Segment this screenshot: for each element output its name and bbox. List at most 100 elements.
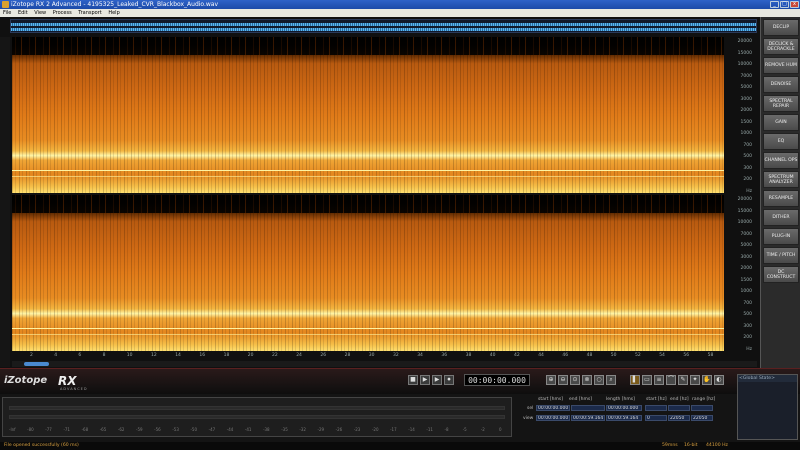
sel-length-field[interactable]: 00:00:00.000 (606, 405, 642, 411)
module-resample-button[interactable]: RESAMPLE (763, 190, 799, 207)
minimize-icon[interactable]: _ (770, 1, 779, 8)
sel-freq-start-field[interactable] (645, 405, 667, 411)
meter-tick-label: -Inf (9, 427, 16, 432)
menu-bar: File Edit View Process Transport Help (0, 9, 800, 17)
module-denoise-button[interactable]: DENOISE (763, 76, 799, 93)
zoom-fit-icon[interactable]: ⊗ (582, 375, 592, 385)
view-freq-end-field[interactable]: 22050 (668, 415, 690, 421)
module-remove-hum-button[interactable]: REMOVE HUM (763, 57, 799, 74)
meter-tick-label: -53 (172, 427, 179, 432)
time-tick-label: 42 (514, 353, 520, 358)
time-tick-label: 6 (78, 353, 82, 358)
module-eq-button[interactable]: EQ (763, 133, 799, 150)
module-declick-button[interactable]: DECLICK & DECRACKLE (763, 38, 799, 55)
module-spectrum-analyzer-button[interactable]: SPECTRUM ANALYZER (763, 171, 799, 188)
spectrogram-channel-left[interactable] (12, 37, 724, 193)
timecode-display: 00:00:00.000 (464, 374, 530, 386)
sel-freq-end-field[interactable] (668, 405, 690, 411)
time-tick-label: 2 (30, 353, 33, 358)
menu-transport[interactable]: Transport (78, 10, 101, 16)
meter-tick-label: -50 (190, 427, 198, 432)
magic-wand-icon[interactable]: ✦ (690, 375, 700, 385)
frequency-tick-label: 5000 (740, 243, 752, 249)
time-tick-label: 30 (368, 353, 375, 358)
spectrogram-channel-right[interactable] (12, 195, 724, 351)
time-tick-label: 10 (126, 353, 133, 358)
freq-select-icon[interactable]: ≡ (654, 375, 664, 385)
time-tick-label: 38 (465, 353, 472, 358)
spectrogram-hum-line (12, 170, 724, 171)
time-tick-label: 34 (417, 353, 423, 358)
time-select-icon[interactable]: ▌ (630, 375, 640, 385)
waveform-overview[interactable] (10, 19, 757, 33)
meter-tick-label: -62 (117, 427, 125, 432)
zoom-tool-icon[interactable]: ⌕ (606, 375, 616, 385)
lasso-icon[interactable]: ⌒ (666, 375, 676, 385)
time-tick-label: 14 (175, 353, 181, 358)
izotope-logo: iZotope RX ADVANCED (4, 374, 114, 391)
play-selection-button[interactable]: ▶ (432, 375, 442, 385)
left-toolbar (0, 37, 10, 367)
eraser-icon[interactable]: ◐ (714, 375, 724, 385)
app-window: iZotope RX 2 Advanced - 4195325_Leaked_C… (0, 0, 800, 450)
frequency-scale-right: 20000 15000 10000 7000 5000 3000 2000 1500 1000 7… (726, 195, 756, 352)
meter-tick-label: -44 (226, 427, 234, 432)
meter-tick-label: -14 (408, 427, 415, 432)
loop-button[interactable]: ⏺ (444, 375, 454, 385)
view-length-field[interactable]: 00:00:59.164 (606, 415, 642, 421)
rect-select-icon[interactable]: ▭ (642, 375, 652, 385)
module-dither-button[interactable]: DITHER (763, 209, 799, 226)
maximize-icon[interactable]: □ (780, 1, 789, 8)
horizontal-scrollbar[interactable] (12, 361, 757, 367)
zoom-out-icon[interactable]: ⊖ (558, 375, 568, 385)
zoom-reset-icon[interactable]: ○ (594, 375, 604, 385)
sel-range-field[interactable] (691, 405, 713, 411)
module-dc-construct-button[interactable]: DC CONSTRUCT (763, 266, 799, 283)
frequency-tick-label: 3000 (740, 96, 752, 102)
menu-view[interactable]: View (34, 10, 46, 16)
menu-file[interactable]: File (3, 10, 11, 16)
menu-process[interactable]: Process (53, 10, 72, 16)
overview-wave-right (11, 28, 756, 31)
frequency-tick-label: 300 (743, 165, 752, 171)
view-start-field[interactable]: 00:00:00.000 (536, 415, 570, 421)
menu-help[interactable]: Help (108, 10, 119, 16)
sel-start-field[interactable]: 00:00:00.000 (536, 405, 570, 411)
module-time-pitch-button[interactable]: TIME / PITCH (763, 247, 799, 264)
close-icon[interactable]: x (790, 1, 799, 8)
editor-area: 20000 15000 10000 7000 5000 3000 2000 1500 1000 7… (0, 17, 760, 368)
brush-icon[interactable]: ✎ (678, 375, 688, 385)
meter-tick-label: -11 (426, 427, 433, 432)
status-bits: 16-bit (684, 443, 698, 448)
meter-tick-label: -23 (353, 427, 361, 432)
zoom-in-icon[interactable]: ⊕ (546, 375, 556, 385)
module-spectral-repair-button[interactable]: SPECTRAL REPAIR (763, 95, 799, 112)
meter-tick-label: 0 (499, 427, 502, 432)
time-axis: 2 4 6 8 10 12 14 16 18 20 22 24 26 28 30 32 34 36 38 40 42 44… (12, 351, 724, 361)
frequency-tick-label: 15000 (737, 208, 752, 214)
row-label-view: view (523, 416, 534, 421)
title-bar: iZotope RX 2 Advanced - 4195325_Leaked_C… (0, 0, 800, 9)
module-channel-ops-button[interactable]: CHANNEL OPS (763, 152, 799, 169)
play-button[interactable]: ▶ (420, 375, 430, 385)
stop-button[interactable]: ■ (408, 375, 418, 385)
module-plugin-button[interactable]: PLUG-IN (763, 228, 799, 245)
hand-tool-icon[interactable]: ✋ (702, 375, 712, 385)
sel-end-field[interactable] (571, 405, 605, 411)
module-declip-button[interactable]: DECLIP (763, 19, 799, 36)
module-panel: DECLIP DECLICK & DECRACKLE REMOVE HUM DE… (760, 17, 800, 368)
menu-edit[interactable]: Edit (18, 10, 28, 16)
frequency-tick-label: 7000 (740, 73, 752, 79)
view-end-field[interactable]: 00:00:59.164 (571, 415, 605, 421)
spectrogram-hum-line (12, 328, 724, 329)
meter-tick-label: -17 (390, 427, 397, 432)
module-gain-button[interactable]: GAIN (763, 114, 799, 131)
frequency-tick-label: 7000 (740, 231, 752, 237)
zoom-selection-icon[interactable]: ⊙ (570, 375, 580, 385)
status-message: File opened successfully (60 ms) (4, 443, 79, 448)
view-freq-start-field[interactable]: 0 (645, 415, 667, 421)
scrollbar-thumb[interactable] (24, 362, 49, 366)
meter-tick-label: -56 (154, 427, 161, 432)
view-range-field[interactable]: 22050 (691, 415, 713, 421)
meter-tick-label: -59 (136, 427, 143, 432)
